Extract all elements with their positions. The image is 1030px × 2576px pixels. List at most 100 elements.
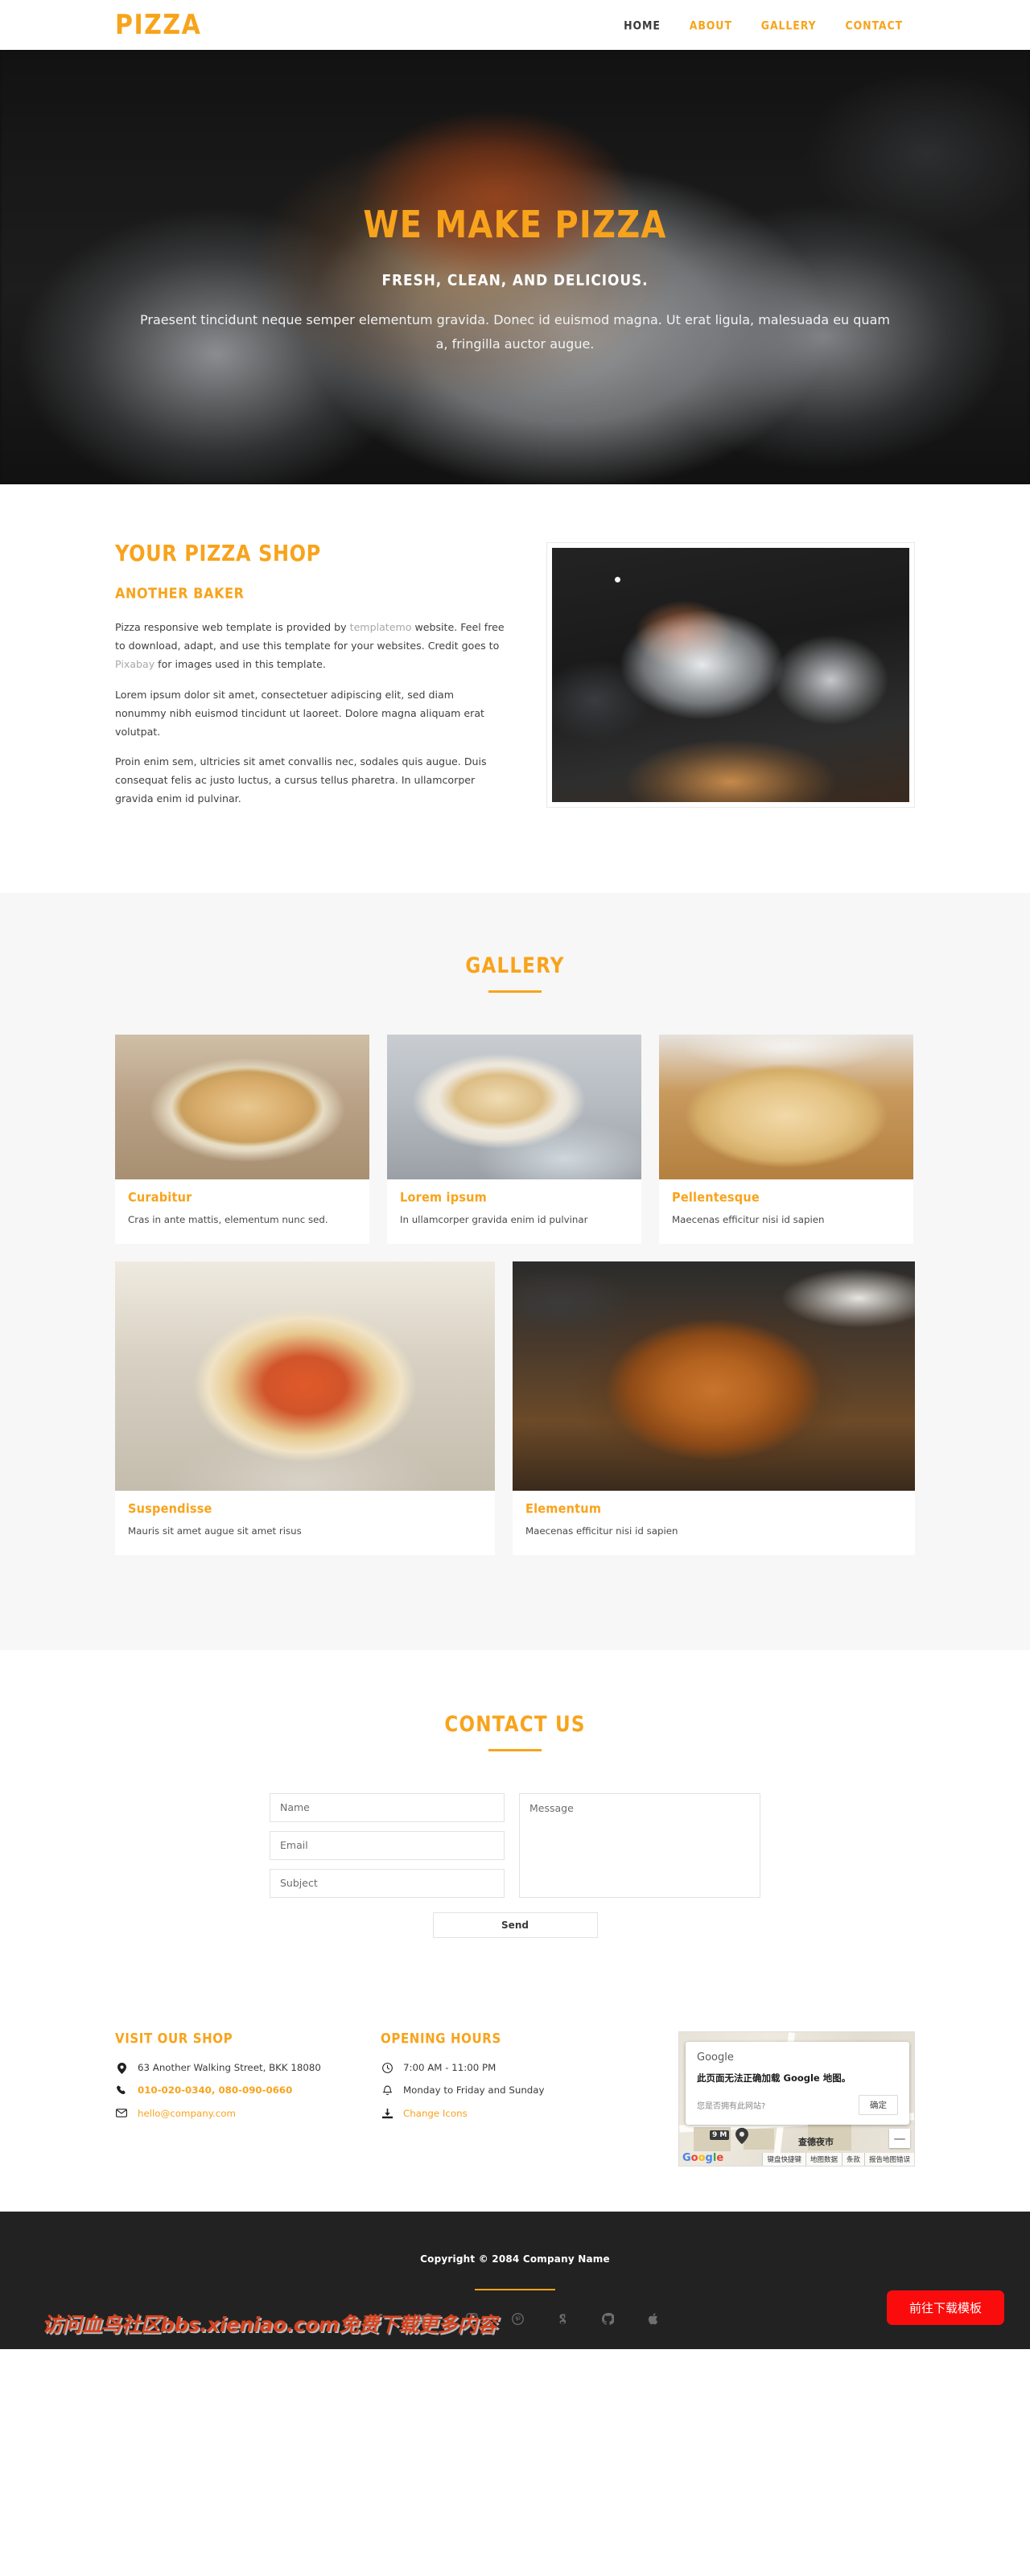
download-icon [381, 2108, 393, 2119]
info-wrapper: Visit Our Shop 63 Another Walking Street… [115, 2030, 915, 2167]
shop-email-line: hello@company.com [115, 2108, 381, 2121]
about-paragraph-3: Proin enim sem, ultricies sit amet conva… [115, 755, 487, 805]
about-subtitle: Another Baker [115, 584, 245, 603]
site-brand-logo[interactable]: PIZZA [115, 9, 201, 40]
map-error-dialog: Google 此页面无法正确加载 Google 地图。 您是否拥有此网站? 确定 [686, 2041, 909, 2125]
gallery-image-elementum[interactable] [513, 1261, 915, 1491]
about-p1-part-c: for images used in this template. [154, 657, 326, 670]
contact-header: Contact Us [0, 1712, 1030, 1751]
subject-input[interactable] [270, 1868, 505, 1898]
apple-icon[interactable] [648, 2312, 658, 2325]
nav-link-contact[interactable]: Contact [846, 19, 904, 32]
bell-icon [381, 2084, 393, 2097]
navbar: PIZZA Home About Gallery Contact [0, 0, 1030, 50]
gallery-card-pellentesque[interactable]: Pellentesque Maecenas efficitur nisi id … [659, 1035, 913, 1244]
nav-link-gallery[interactable]: Gallery [761, 19, 817, 32]
gallery-image-lorem-ipsum[interactable] [387, 1035, 641, 1180]
visit-our-shop-column: Visit Our Shop 63 Another Walking Street… [115, 2030, 381, 2167]
contact-form-left [270, 1792, 505, 1898]
shop-email-text[interactable]: hello@company.com [138, 2108, 236, 2121]
send-row: Send [270, 1911, 760, 1938]
google-map[interactable]: 9 M 查德夜市 Google 此页面无法正确加载 Google 地图。 您是否… [678, 2031, 915, 2167]
hero-description: Praesent tincidunt neque semper elementu… [140, 312, 890, 352]
about-title: Your Pizza Shop [115, 541, 321, 566]
photo-highlight-dot [615, 577, 620, 582]
watermark-text: 访问血鸟社区bbs.xieniao.com免费下载更多内容 [42, 2312, 497, 2336]
send-button[interactable]: Send [432, 1911, 598, 1938]
shop-phone-line: 010-020-0340, 080-090-0660 [115, 2084, 381, 2097]
gallery-card-suspendisse[interactable]: Suspendisse Mauris sit amet augue sit am… [115, 1261, 495, 1555]
map-dialog-actions: 您是否拥有此网站? 确定 [697, 2094, 898, 2115]
about-paragraph-2: Lorem ipsum dolor sit amet, consectetuer… [115, 688, 484, 738]
email-input[interactable] [270, 1830, 505, 1860]
gallery-card-elementum[interactable]: Elementum Maecenas efficitur nisi id sap… [513, 1261, 915, 1555]
gallery-card-title: Lorem ipsum [400, 1191, 487, 1206]
gallery-card-body: Curabitur Cras in ante mattis, elementum… [115, 1179, 369, 1244]
gallery-title: Gallery [465, 954, 565, 979]
pinterest-icon[interactable] [511, 2312, 524, 2325]
contact-form [270, 1792, 760, 1898]
gallery-image-pellentesque[interactable] [659, 1035, 913, 1180]
nav-link-home[interactable]: Home [624, 19, 661, 32]
map-footer-report[interactable]: 报告地图错误 [863, 2152, 914, 2166]
gallery-card-text: Maecenas efficitur nisi id sapien [525, 1525, 678, 1537]
hero-content: We Make Pizza Fresh, Clean, and Deliciou… [113, 178, 917, 356]
gallery-section: Gallery Curabitur Cras in ante mattis, e… [0, 893, 1030, 1650]
envelope-icon [115, 2108, 128, 2118]
github-icon[interactable] [601, 2312, 614, 2325]
gallery-card-body: Elementum Maecenas efficitur nisi id sap… [513, 1491, 915, 1555]
map-footer-shortcuts[interactable]: 键盘快捷键 [762, 2152, 805, 2166]
gallery-card-body: Lorem ipsum In ullamcorper gravida enim … [387, 1179, 641, 1244]
map-dialog-ok-button[interactable]: 确定 [859, 2094, 898, 2115]
page-root: PIZZA Home About Gallery Contact We Make… [0, 0, 1030, 2349]
gallery-card-lorem-ipsum[interactable]: Lorem ipsum In ullamcorper gravida enim … [387, 1035, 641, 1244]
contact-title-underline [488, 1748, 542, 1751]
about-photo-frame [546, 542, 915, 808]
gallery-row-2: Suspendisse Mauris sit amet augue sit am… [115, 1261, 915, 1555]
contact-title: Contact Us [444, 1712, 586, 1737]
map-dialog-question: 您是否拥有此网站? [697, 2101, 766, 2111]
change-icons-link[interactable]: Change Icons [403, 2108, 468, 2121]
gallery-card-text: In ullamcorper gravida enim id pulvinar [400, 1214, 588, 1226]
gallery-card-text: Cras in ante mattis, elementum nunc sed. [128, 1214, 328, 1226]
opening-hours-title: Opening Hours [381, 2030, 501, 2047]
map-market-label: 查德夜市 [798, 2136, 834, 2147]
gallery-card-body: Suspendisse Mauris sit amet augue sit am… [115, 1491, 495, 1555]
about-p1-part-a: Pizza responsive web template is provide… [115, 621, 350, 633]
gallery-image-curabitur[interactable] [115, 1035, 369, 1180]
phone-icon [115, 2084, 128, 2096]
map-footer-data[interactable]: 地图数据 [805, 2152, 842, 2166]
gallery-row-1: Curabitur Cras in ante mattis, elementum… [115, 1035, 915, 1244]
clock-icon [381, 2062, 393, 2073]
map-footer-terms[interactable]: 条款 [841, 2152, 864, 2166]
map-pin-icon [735, 2127, 748, 2145]
gallery-card-curabitur[interactable]: Curabitur Cras in ante mattis, elementum… [115, 1035, 369, 1244]
gallery-header: Gallery [0, 954, 1030, 994]
main-navigation: Home About Gallery Contact [624, 19, 904, 32]
templatemo-link[interactable]: templatemo [350, 621, 412, 633]
shop-address-text: 63 Another Walking Street, BKK 18080 [138, 2061, 321, 2073]
google-plus-icon[interactable] [558, 2313, 568, 2325]
about-text-column: Your Pizza Shop Another Baker Pizza resp… [115, 541, 508, 821]
gallery-card-body: Pellentesque Maecenas efficitur nisi id … [659, 1179, 913, 1244]
shop-address-line: 63 Another Walking Street, BKK 18080 [115, 2062, 381, 2075]
pixabay-link[interactable]: Pixabay [115, 658, 154, 670]
message-textarea[interactable] [519, 1792, 760, 1898]
gallery-card-title: Suspendisse [128, 1501, 212, 1516]
visit-shop-title: Visit Our Shop [115, 2030, 233, 2047]
gallery-card-title: Elementum [525, 1501, 602, 1516]
gallery-title-underline [488, 990, 542, 994]
about-paragraph-1: Pizza responsive web template is provide… [115, 619, 508, 674]
map-zoom-out-button[interactable]: — [889, 2128, 910, 2148]
download-template-button[interactable]: 前往下载模板 [886, 2290, 1004, 2325]
info-section: Visit Our Shop 63 Another Walking Street… [0, 2000, 1030, 2212]
gallery-card-text: Maecenas efficitur nisi id sapien [672, 1214, 825, 1226]
name-input[interactable] [270, 1792, 505, 1822]
map-metro-label: 9 M [710, 2130, 730, 2140]
shop-phone-text[interactable]: 010-020-0340, 080-090-0660 [138, 2084, 292, 2097]
nav-link-about[interactable]: About [690, 19, 732, 32]
footer-divider [475, 2288, 555, 2290]
map-marker-icon [115, 2062, 128, 2074]
hero-subtitle: Fresh, Clean, and Delicious. [381, 272, 649, 290]
gallery-image-suspendisse[interactable] [115, 1261, 495, 1491]
